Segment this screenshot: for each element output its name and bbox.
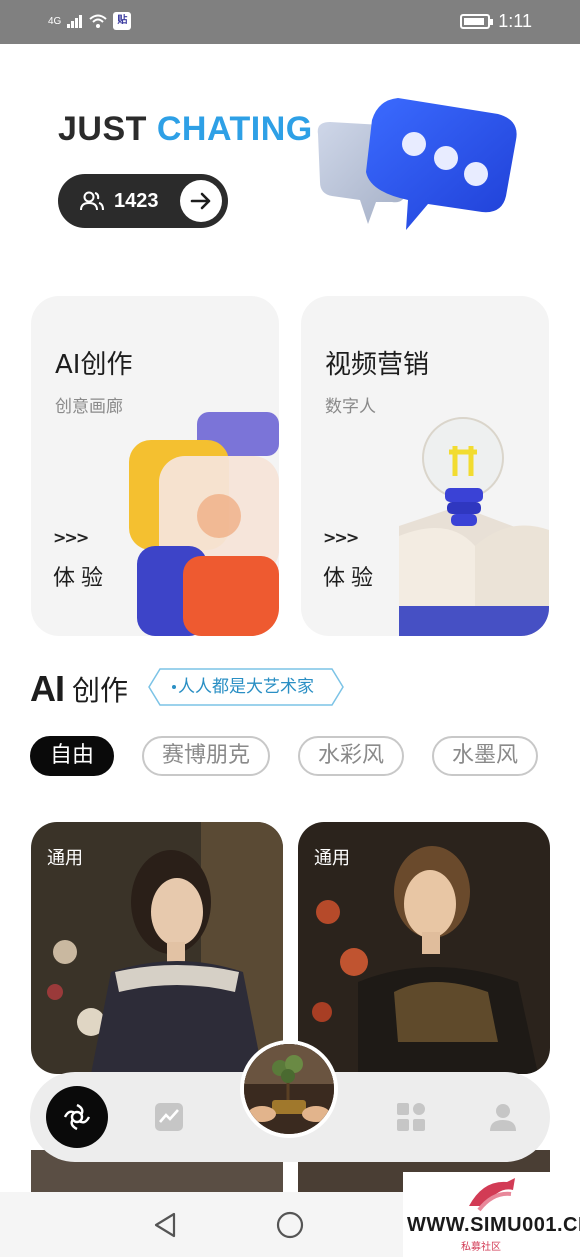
users-count-button[interactable]: 1423	[58, 174, 228, 228]
chat-bubbles-illustration	[317, 98, 517, 230]
watermark-sub: 私募社区	[461, 1242, 501, 1253]
home-circle-icon[interactable]	[276, 1211, 304, 1239]
center-avatar	[244, 1044, 334, 1134]
watermark: WWW.SIMU001.CN 私募社区	[403, 1172, 580, 1257]
slogan-tag: 人人都是大艺术家	[148, 668, 344, 706]
section-title-ai: AI	[30, 668, 65, 709]
style-chips: 自由 赛博朋克 水彩风 水墨风	[30, 736, 550, 778]
brand-title: JUST CHATING	[58, 110, 313, 149]
lightbulb-book-illustration	[399, 417, 549, 636]
battery-icon	[460, 14, 493, 29]
card-title: 视频营销	[325, 350, 430, 380]
users-count: 1423	[114, 189, 159, 212]
person-icon	[490, 1104, 516, 1131]
home-icon	[63, 1103, 91, 1131]
card-action-label[interactable]: 体验	[53, 560, 109, 592]
slogan-text: 人人都是大艺术家	[178, 677, 314, 697]
brand-part1: JUST	[58, 110, 147, 148]
brand-part2: CHATING	[156, 110, 313, 148]
tile-tag: 通用	[47, 848, 83, 869]
chip-watercolor[interactable]: 水彩风	[298, 736, 405, 776]
tab-apps[interactable]	[394, 1100, 428, 1134]
tab-home[interactable]	[46, 1086, 108, 1148]
arrow-right-icon[interactable]	[180, 180, 222, 222]
tile-tag: 通用	[314, 848, 350, 869]
section-title: AI 创作	[30, 668, 128, 710]
chip-ink[interactable]: 水墨风	[432, 736, 539, 776]
watermark-site: WWW.SIMU001.CN	[407, 1214, 580, 1236]
card-ai-creation[interactable]: AI创作 创意画廊 >>> 体验	[31, 296, 279, 636]
clock: 1:11	[498, 11, 532, 31]
chip-cyberpunk[interactable]: 赛博朋克	[142, 736, 271, 776]
network-label: 4G	[48, 15, 62, 27]
chip-free[interactable]: 自由	[30, 736, 115, 776]
gallery-tile[interactable]: 通用	[31, 822, 283, 1074]
app-badge-icon: 贴	[113, 12, 132, 30]
status-bar: 4G 贴 1:11	[0, 0, 580, 44]
wifi-icon	[89, 14, 108, 28]
card-title: AI创作	[55, 350, 133, 380]
cube-illustration	[129, 412, 279, 636]
card-video-marketing[interactable]: 视频营销 数字人 >>> 体验	[301, 296, 549, 636]
section-title-rest: 创作	[72, 674, 129, 707]
tab-trends[interactable]	[152, 1100, 186, 1134]
gallery-tile[interactable]: 通用	[298, 822, 550, 1074]
card-subtitle: 数字人	[325, 397, 376, 417]
chevrons-icon: >>>	[323, 528, 359, 547]
chevrons-icon: >>>	[53, 528, 89, 547]
tab-profile[interactable]	[486, 1100, 520, 1134]
grid-icon	[397, 1103, 425, 1131]
watermark-logo-icon	[469, 1178, 515, 1212]
tab-center-create[interactable]	[240, 1040, 338, 1138]
chart-icon	[155, 1103, 183, 1131]
users-icon	[80, 191, 104, 211]
signal-icon	[67, 15, 83, 28]
card-subtitle: 创意画廊	[55, 397, 123, 417]
status-left: 4G 贴	[48, 12, 132, 30]
back-icon[interactable]	[152, 1212, 178, 1238]
card-action-label[interactable]: 体验	[323, 560, 379, 592]
